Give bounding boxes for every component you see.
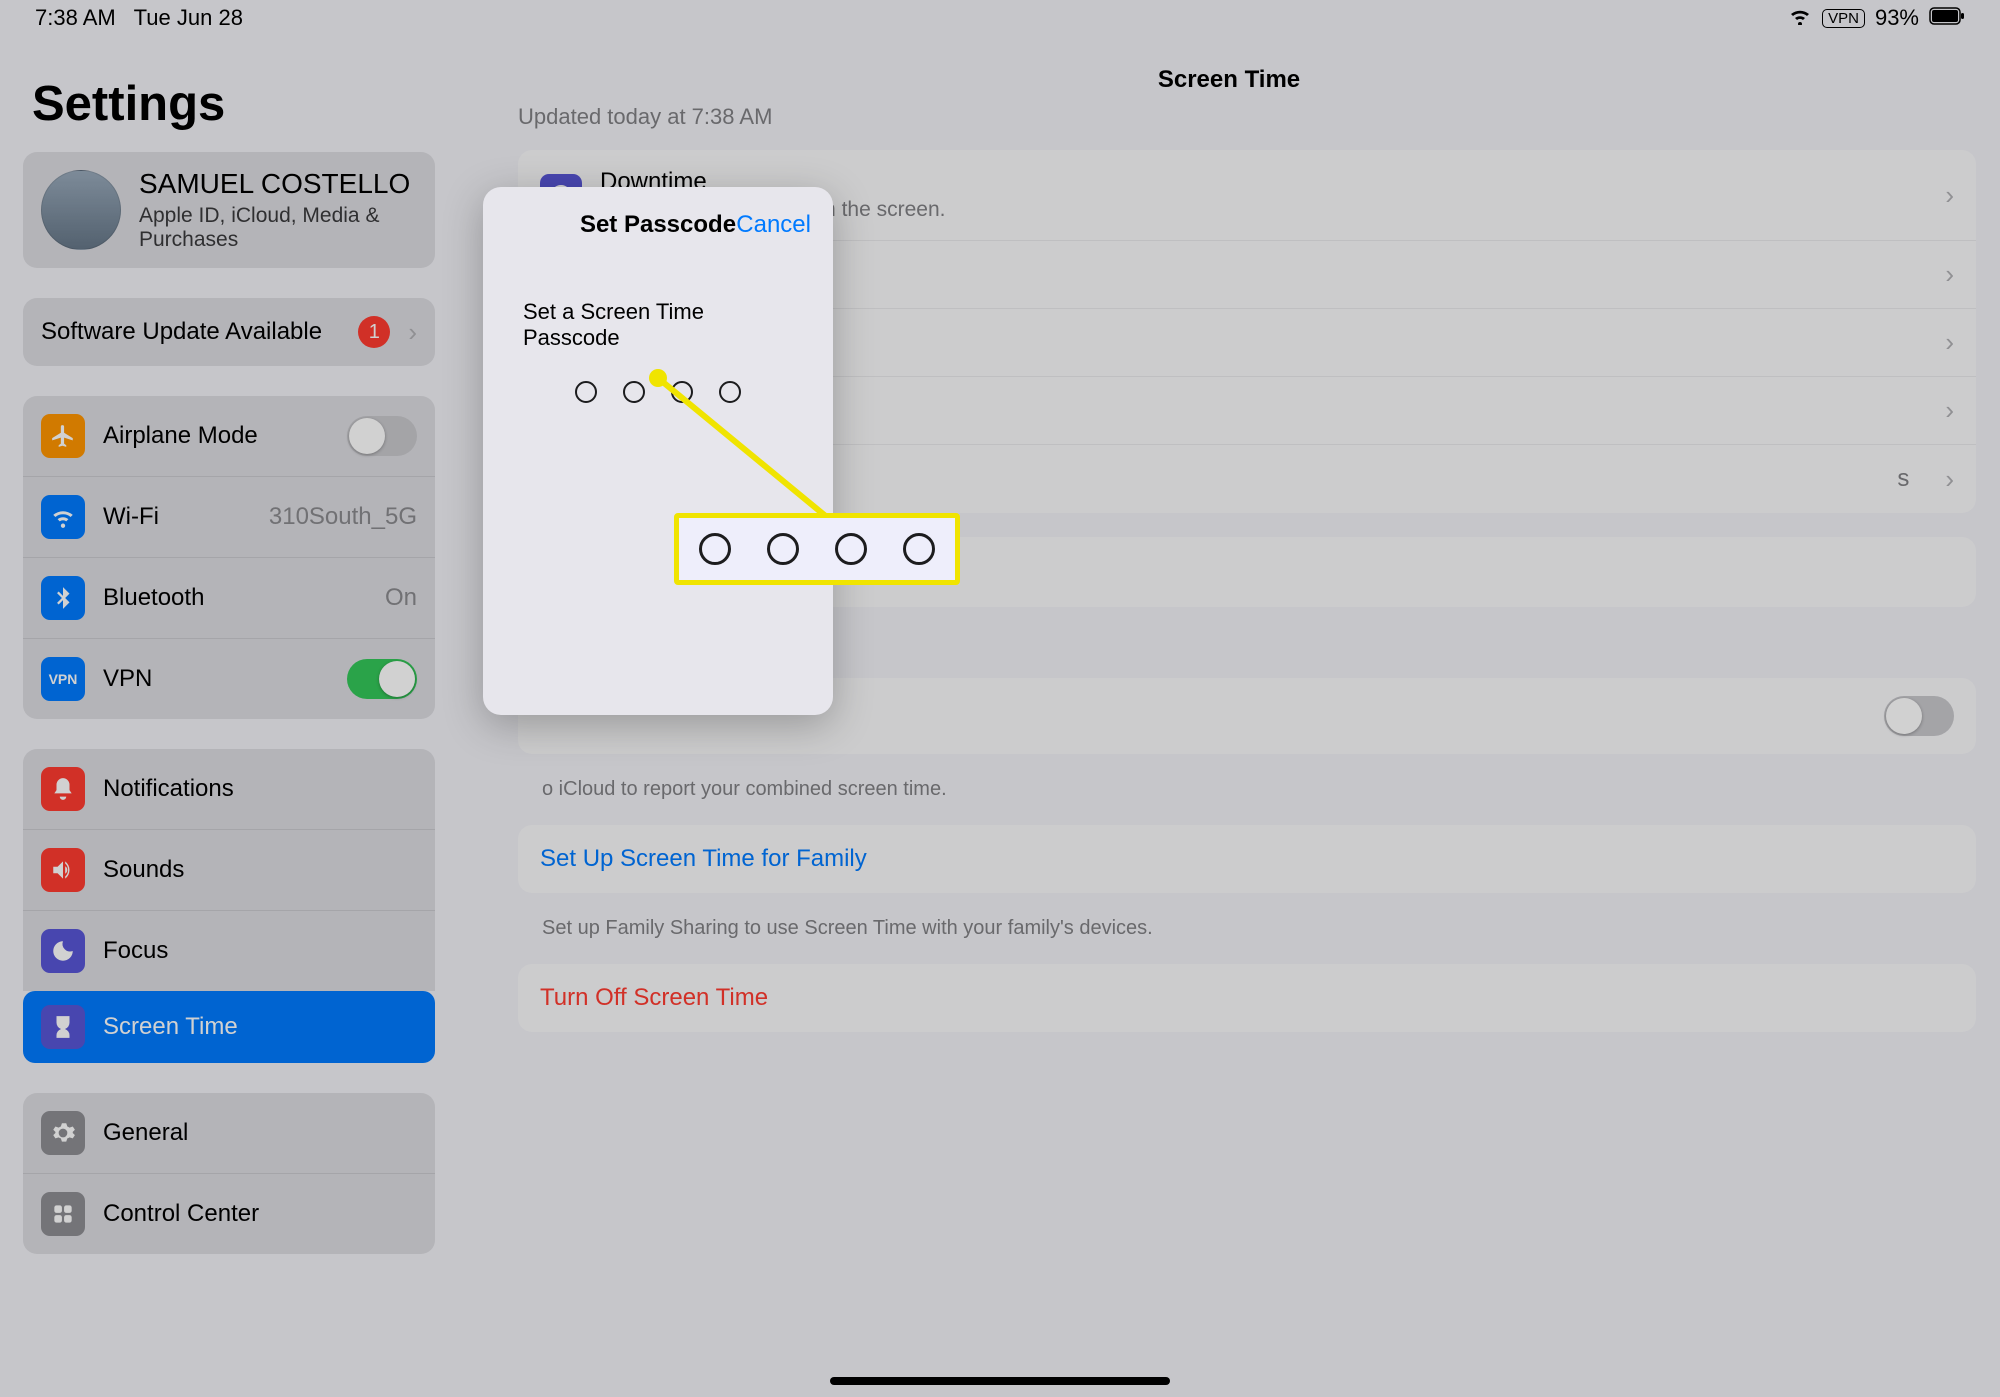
battery-icon [1929, 5, 1965, 31]
bluetooth-icon [41, 576, 85, 620]
split-view: Settings SAMUEL COSTELLO Apple ID, iClou… [0, 0, 2000, 1397]
screen-time-row[interactable]: Screen Time [23, 991, 435, 1063]
bluetooth-row[interactable]: Bluetooth On [23, 558, 435, 639]
software-update-label: Software Update Available [41, 318, 340, 346]
connectivity-group: Airplane Mode Wi-Fi 310South_5G Bluetoot… [23, 396, 435, 719]
passcode-dot [623, 381, 645, 403]
vpn-toggle[interactable] [347, 659, 417, 699]
sidebar: Settings SAMUEL COSTELLO Apple ID, iClou… [0, 36, 458, 1397]
notifications-icon [41, 767, 85, 811]
bluetooth-value: On [385, 584, 417, 612]
chevron-right-icon: › [1945, 464, 1954, 495]
wifi-value: 310South_5G [269, 503, 417, 531]
wifi-icon [1788, 5, 1812, 31]
callout-highlight [674, 513, 960, 585]
focus-row[interactable]: Focus [23, 911, 435, 991]
system-group: General Control Center [23, 1093, 435, 1254]
passcode-dot-zoom [903, 533, 935, 565]
update-badge: 1 [358, 316, 390, 348]
share-toggle[interactable] [1884, 696, 1954, 736]
vpn-row[interactable]: VPN VPN [23, 639, 435, 719]
profile-card[interactable]: SAMUEL COSTELLO Apple ID, iCloud, Media … [23, 152, 435, 268]
airplane-icon [41, 414, 85, 458]
control-center-row[interactable]: Control Center [23, 1174, 435, 1254]
share-footnote: o iCloud to report your combined screen … [458, 778, 2000, 825]
chevron-right-icon: › [1945, 327, 1954, 358]
airplane-mode-row[interactable]: Airplane Mode [23, 396, 435, 477]
status-bar: 7:38 AM Tue Jun 28 VPN 93% [0, 0, 2000, 36]
sounds-row[interactable]: Sounds [23, 830, 435, 911]
attention-group: Notifications Sounds Focus [23, 749, 435, 991]
status-right: VPN 93% [1788, 5, 1965, 31]
sounds-icon [41, 848, 85, 892]
family-footnote: Set up Family Sharing to use Screen Time… [458, 917, 2000, 964]
status-time: 7:38 AM [35, 5, 116, 30]
main-header: Screen Time [458, 36, 2000, 104]
passcode-dot-zoom [835, 533, 867, 565]
profile-sub: Apple ID, iCloud, Media & Purchases [139, 204, 417, 252]
vpn-indicator: VPN [1822, 9, 1865, 28]
focus-icon [41, 929, 85, 973]
control-center-icon [41, 1192, 85, 1236]
avatar [41, 170, 121, 250]
cancel-button[interactable]: Cancel [736, 211, 811, 239]
popup-subtitle: Set a Screen Time Passcode [483, 279, 833, 381]
general-row[interactable]: General [23, 1093, 435, 1174]
family-card[interactable]: Set Up Screen Time for Family [518, 825, 1976, 893]
screen-time-icon [41, 1005, 85, 1049]
passcode-dot-zoom [699, 533, 731, 565]
status-date: Tue Jun 28 [134, 5, 243, 30]
general-icon [41, 1111, 85, 1155]
wifi-settings-icon [41, 495, 85, 539]
airplane-toggle[interactable] [347, 416, 417, 456]
update-card[interactable]: Software Update Available 1 › [23, 298, 435, 366]
passcode-popup: Set Passcode Cancel Set a Screen Time Pa… [483, 187, 833, 715]
notifications-row[interactable]: Notifications [23, 749, 435, 830]
chevron-right-icon: › [1945, 395, 1954, 426]
updated-text: Updated today at 7:38 AM [458, 104, 2000, 150]
passcode-dots[interactable] [483, 381, 833, 403]
passcode-dot [671, 381, 693, 403]
passcode-dot-zoom [767, 533, 799, 565]
home-indicator[interactable] [830, 1377, 1170, 1385]
chevron-right-icon: › [1945, 180, 1954, 211]
profile-name: SAMUEL COSTELLO [139, 168, 417, 200]
turnoff-card[interactable]: Turn Off Screen Time [518, 964, 1976, 1032]
turnoff-link[interactable]: Turn Off Screen Time [540, 984, 768, 1012]
passcode-dot [575, 381, 597, 403]
vpn-icon: VPN [41, 657, 85, 701]
chevron-right-icon: › [1945, 259, 1954, 290]
popup-title: Set Passcode [580, 211, 736, 239]
family-link[interactable]: Set Up Screen Time for Family [540, 845, 867, 873]
wifi-row[interactable]: Wi-Fi 310South_5G [23, 477, 435, 558]
battery-percent: 93% [1875, 5, 1919, 31]
status-left: 7:38 AM Tue Jun 28 [35, 5, 243, 31]
page-title: Settings [0, 36, 458, 152]
passcode-dot [719, 381, 741, 403]
chevron-right-icon: › [408, 317, 417, 348]
